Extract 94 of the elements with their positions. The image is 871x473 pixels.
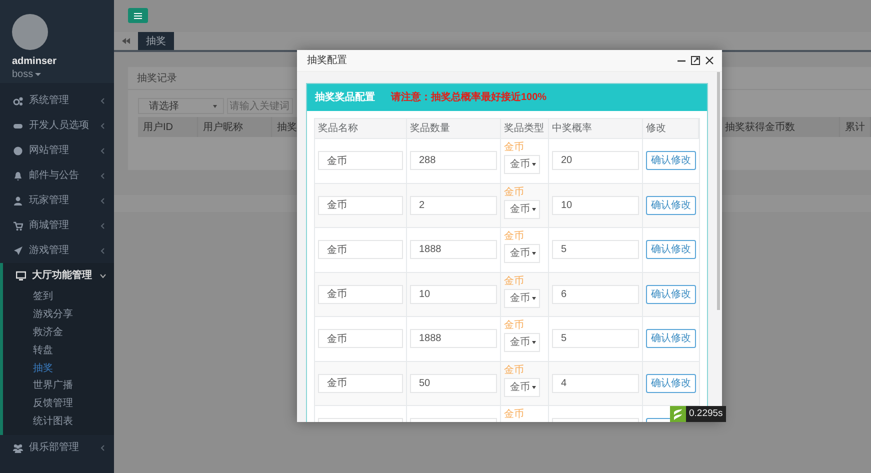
modal-title: 抽奖配置 xyxy=(307,54,348,68)
quantity-field[interactable]: 1888 xyxy=(410,329,497,348)
prize-name-field[interactable]: 金币 xyxy=(318,374,403,393)
chevron-left-icon xyxy=(100,222,106,228)
chevron-left-icon xyxy=(100,444,106,451)
confirm-button[interactable]: 确认修改 xyxy=(646,151,696,170)
user-name: adminser xyxy=(12,56,58,67)
type-label: 金币 xyxy=(504,409,525,420)
type-label: 金币 xyxy=(504,186,525,198)
probability-field[interactable]: 20 xyxy=(552,151,639,170)
bell-icon xyxy=(13,170,23,180)
confirm-button[interactable]: 确认修改 xyxy=(646,374,696,393)
confirm-button[interactable]: 确认修改 xyxy=(646,240,696,260)
submenu-item[interactable]: 签到 xyxy=(3,288,114,306)
type-label: 金币 xyxy=(504,320,525,331)
submenu-item[interactable]: 统计图表 xyxy=(3,412,114,430)
confirm-button[interactable]: 确认修改 xyxy=(646,196,696,215)
menu-item[interactable]: 游戏管理 xyxy=(0,238,114,263)
chevron-left-icon xyxy=(100,148,106,154)
submenu-item[interactable]: 游戏分享 xyxy=(3,306,114,324)
prize-name-field[interactable]: 金币 xyxy=(318,329,403,348)
quantity-field[interactable]: 10 xyxy=(410,284,497,304)
search-field[interactable]: 请输入关键词 xyxy=(226,98,292,114)
type-select[interactable]: 金币 xyxy=(504,378,540,396)
type-select[interactable]: 金币 xyxy=(504,200,540,218)
prize-name-field[interactable]: 金币 xyxy=(318,151,403,170)
column-header: 修改 xyxy=(643,119,699,139)
group-icon xyxy=(13,442,23,453)
cart-icon xyxy=(13,220,23,230)
probability-field[interactable]: 10 xyxy=(552,196,639,215)
type-label: 金币 xyxy=(504,142,525,153)
submenu-item[interactable]: 世界广播 xyxy=(3,376,114,395)
confirm-button[interactable]: 确认修改 xyxy=(646,284,696,304)
column-header: 用户ID xyxy=(138,117,198,137)
type-select[interactable]: 金币 xyxy=(504,333,540,352)
menu-item[interactable]: 俱乐部管理 xyxy=(0,435,114,460)
type-label: 金币 xyxy=(504,231,525,242)
close-icon xyxy=(705,56,714,65)
submenu-item[interactable]: 反馈管理 xyxy=(3,394,114,413)
user-icon xyxy=(13,196,23,206)
menu-button[interactable] xyxy=(128,8,148,23)
maximize-icon xyxy=(691,56,700,65)
quantity-field[interactable]: 2 xyxy=(410,196,497,215)
chevron-down-icon xyxy=(100,272,106,278)
probability-field[interactable]: 4 xyxy=(552,374,639,393)
submenu-item[interactable]: 抽奖 xyxy=(3,359,114,377)
menu-item[interactable]: 网站管理 xyxy=(0,138,114,163)
probability-field[interactable]: 5 xyxy=(552,240,639,260)
probability-field[interactable]: 6 xyxy=(552,284,639,304)
tab[interactable]: 抽奖 xyxy=(138,32,174,50)
menu-icon xyxy=(134,12,142,18)
quantity-field[interactable]: 288 xyxy=(410,151,497,170)
column-header: 奖品数量 xyxy=(407,119,501,139)
prize-name-field[interactable]: 金币 xyxy=(318,284,403,304)
chevron-left-icon xyxy=(100,98,106,104)
scrollbar-thumb[interactable] xyxy=(717,72,720,310)
type-select[interactable]: 金币 xyxy=(504,155,540,174)
prize-name-field[interactable]: 金币 xyxy=(318,196,403,215)
submenu-item[interactable]: 救济金 xyxy=(3,324,114,342)
monitor-icon xyxy=(16,270,26,280)
menu-item[interactable]: 开发人员选项 xyxy=(0,113,114,138)
column-header: 用户昵称 xyxy=(198,117,272,137)
panel-title: 抽奖奖品配置 xyxy=(315,90,375,105)
timer-text: 0.2295s xyxy=(686,406,726,422)
menu-item[interactable]: 大厅功能管理 xyxy=(3,263,114,288)
warning-text: 请注意：抽奖总概率最好接近100% xyxy=(391,90,547,105)
probability-field[interactable]: 5 xyxy=(552,329,639,348)
prize-name-field[interactable]: 金币 xyxy=(318,240,403,260)
chevron-left-icon xyxy=(100,122,106,128)
type-select[interactable]: 金币 xyxy=(504,288,540,308)
double-left-arrow-icon xyxy=(122,38,130,44)
type-label: 金币 xyxy=(504,276,525,286)
chevron-left-icon xyxy=(100,198,106,204)
type-label: 金币 xyxy=(504,364,525,376)
column-header: 奖品类型 xyxy=(501,119,549,139)
rocket-icon xyxy=(13,246,23,256)
filter-select[interactable]: 请选择 xyxy=(138,98,224,114)
quantity-field[interactable]: 1888 xyxy=(410,240,497,260)
menu-item[interactable]: 系统管理 xyxy=(0,88,114,113)
quantity-field[interactable]: 50 xyxy=(410,374,497,393)
chevron-left-icon xyxy=(100,248,106,254)
menu-item[interactable]: 邮件与公告 xyxy=(0,163,114,188)
column-header: 中奖概率 xyxy=(549,119,643,139)
menu-item[interactable]: 商城管理 xyxy=(0,213,114,238)
confirm-button[interactable]: 确认修改 xyxy=(646,329,696,348)
gears-icon xyxy=(13,96,23,106)
user-role-menu[interactable]: boss xyxy=(12,69,42,80)
avatar xyxy=(12,14,48,50)
chevron-left-icon xyxy=(100,172,106,178)
submenu-item[interactable]: 转盘 xyxy=(3,341,114,360)
column-header: 累计 xyxy=(840,117,871,137)
menu-item[interactable]: 玩家管理 xyxy=(0,188,114,213)
type-select[interactable]: 金币 xyxy=(504,244,540,263)
column-header: 奖品名称 xyxy=(315,119,407,139)
